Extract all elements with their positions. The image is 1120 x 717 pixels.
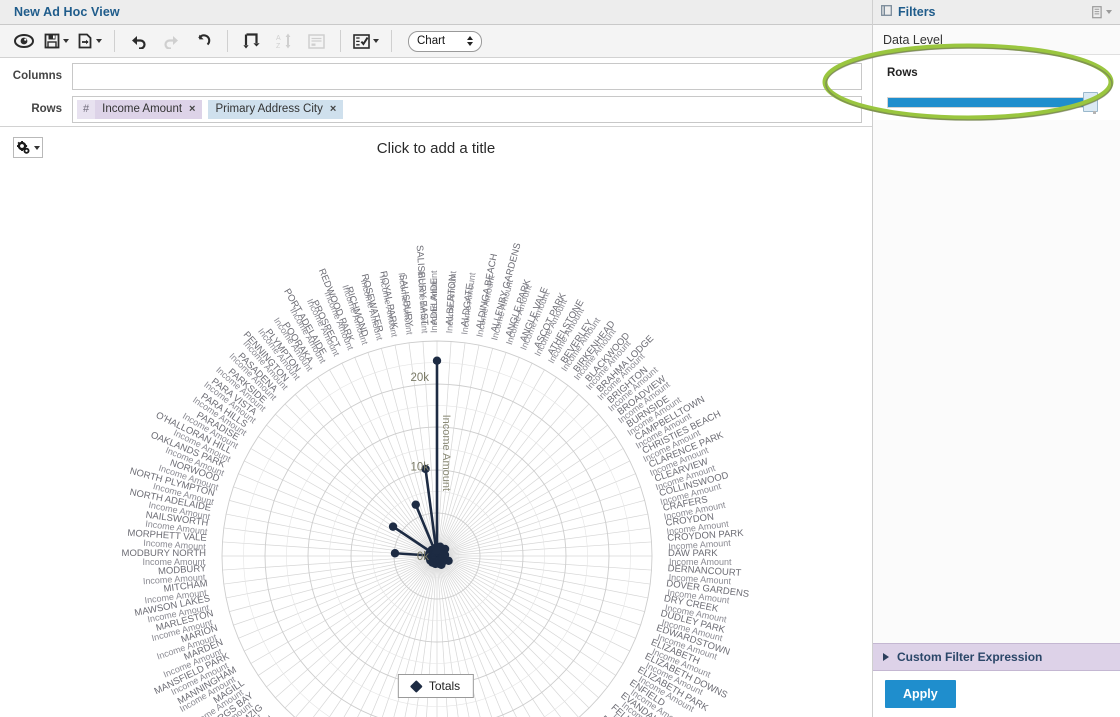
svg-text:0k: 0k: [417, 551, 429, 563]
svg-text:A: A: [276, 35, 281, 42]
panel-collapse-icon[interactable]: [881, 5, 892, 19]
rows-filter-label: Rows: [887, 67, 918, 79]
columns-shelf-label: Columns: [12, 70, 62, 82]
filters-title: Filters: [898, 5, 936, 19]
toolbar-group-data: A Z: [228, 25, 340, 57]
save-icon[interactable]: [43, 29, 70, 53]
chip-income-amount-remove[interactable]: ×: [189, 103, 195, 115]
custom-filter-expression-label: Custom Filter Expression: [897, 650, 1043, 664]
rows-shelf-label: Rows: [31, 103, 62, 115]
apply-button[interactable]: Apply: [885, 680, 956, 708]
rows-filter-slider[interactable]: [887, 92, 1106, 114]
page-title: New Ad Hoc View: [14, 5, 120, 19]
columns-shelf: Columns: [0, 61, 872, 91]
rows-filter-block: Rows: [873, 55, 1120, 120]
data-level-label: Data Level: [883, 32, 943, 47]
display-options-icon[interactable]: [352, 29, 380, 53]
chip-income-amount[interactable]: # Income Amount ×: [77, 99, 203, 119]
toolbar-group-history: [115, 25, 227, 57]
window-titlebar: New Ad Hoc View: [0, 0, 872, 25]
view-type-select[interactable]: Chart: [408, 30, 482, 52]
chevron-down-icon: [373, 39, 379, 43]
redo-icon[interactable]: [158, 29, 184, 53]
slider-tick-max: [1093, 111, 1096, 114]
data-level-row[interactable]: Data Level: [873, 25, 1120, 55]
svg-text:Income Amount: Income Amount: [142, 557, 205, 567]
svg-text:Z: Z: [276, 43, 281, 49]
chevron-right-icon: [883, 653, 889, 661]
legend-marker-icon: [409, 679, 423, 693]
custom-filter-expression-section[interactable]: Custom Filter Expression: [873, 643, 1120, 671]
apply-bar: Apply: [873, 671, 1120, 717]
svg-text:10k: 10k: [410, 461, 429, 473]
preview-icon[interactable]: [11, 29, 37, 53]
sort-az-icon[interactable]: A Z: [271, 29, 297, 53]
toolbar-group-file: [0, 25, 114, 57]
slider-fill: [888, 98, 1085, 107]
slider-tick-min: [888, 111, 891, 114]
chip-primary-address-city[interactable]: Primary Address City ×: [208, 99, 344, 119]
toolbar-group-viewtype: Chart: [392, 25, 490, 57]
svg-text:Income Amount: Income Amount: [440, 415, 452, 491]
export-icon[interactable]: [76, 29, 103, 53]
chip-primary-address-city-label: Primary Address City: [215, 103, 323, 115]
measure-hash-icon: #: [77, 99, 96, 119]
chevron-down-icon: [63, 39, 69, 43]
columns-shelf-dropzone[interactable]: [72, 62, 862, 90]
chip-income-amount-label: Income Amount: [102, 103, 183, 115]
svg-text:20k: 20k: [410, 372, 429, 384]
filter-options-icon[interactable]: [1092, 5, 1112, 19]
rows-shelf-dropzone[interactable]: # Income Amount × Primary Address City ×: [72, 95, 862, 123]
chart-canvas: Click to add a title ADELAIDE Income Amou…: [0, 127, 872, 717]
rows-shelf: Rows # Income Amount × Primary Address C…: [0, 94, 872, 124]
filters-header: Filters: [873, 0, 1120, 25]
switch-group-icon[interactable]: [239, 29, 265, 53]
polar-chart: ADELAIDEIncome Amount ALBERTONIncome Amou…: [122, 242, 750, 717]
legend-label: Totals: [428, 679, 461, 693]
slider-handle[interactable]: [1083, 92, 1098, 112]
page-options-icon[interactable]: [303, 29, 329, 53]
revert-icon[interactable]: [190, 29, 216, 53]
ad-hoc-view-page: New Ad Hoc View A Z Chart Columns Rows #…: [0, 0, 1120, 717]
chip-primary-address-city-remove[interactable]: ×: [330, 103, 336, 115]
filters-sidebar: Filters Data Level Rows Custom Filter Ex…: [872, 0, 1120, 717]
main-toolbar: A Z Chart: [0, 25, 872, 58]
undo-icon[interactable]: [126, 29, 152, 53]
toolbar-group-display: [341, 25, 391, 57]
shelf-area: Columns Rows # Income Amount × Primary A…: [0, 58, 872, 126]
chart-legend[interactable]: Totals: [397, 674, 475, 698]
chevron-down-icon: [96, 39, 102, 43]
